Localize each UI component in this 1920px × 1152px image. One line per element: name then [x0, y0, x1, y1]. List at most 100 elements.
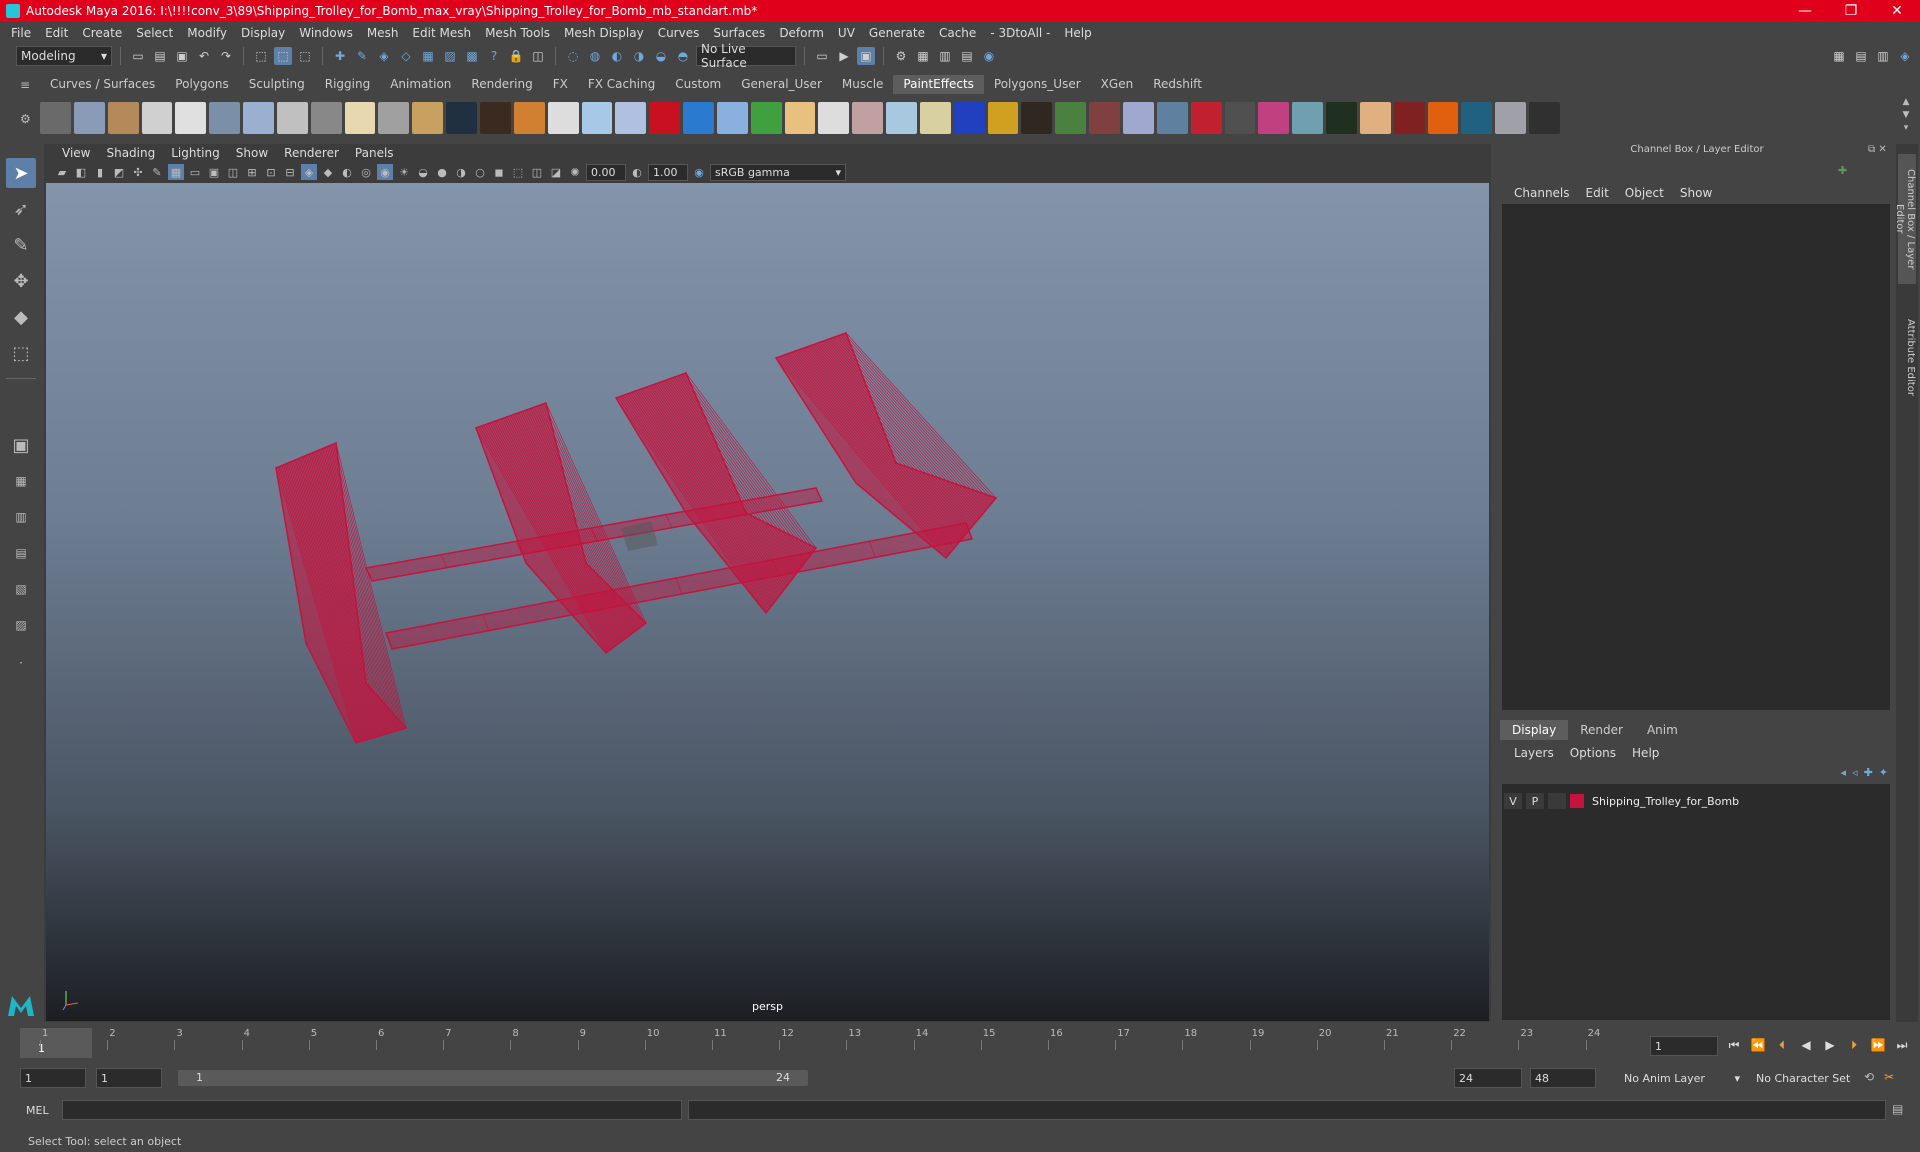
- panel-float-close-icon[interactable]: ⧉ ✕: [1868, 144, 1892, 158]
- gamma-icon[interactable]: ◐: [629, 164, 645, 180]
- shelf-menu-icon[interactable]: ≡: [20, 78, 36, 92]
- shelf-brush-icon[interactable]: [784, 102, 816, 134]
- open-scene-icon[interactable]: ▤: [151, 47, 169, 65]
- new-scene-icon[interactable]: ▭: [129, 47, 147, 65]
- shelf-brush-icon[interactable]: [1224, 102, 1256, 134]
- shelf-settings-icon[interactable]: ⚙: [20, 112, 36, 128]
- color-management-icon[interactable]: ◉: [691, 164, 707, 180]
- render-layer-icon[interactable]: ▥: [936, 47, 954, 65]
- step-back-key-icon[interactable]: ⏪: [1748, 1038, 1768, 1052]
- outliner-layout-icon[interactable]: ▤: [1852, 47, 1870, 65]
- layer-tab-anim[interactable]: Anim: [1635, 720, 1690, 740]
- menu-curves[interactable]: Curves: [651, 26, 707, 40]
- shelf-brush-icon[interactable]: [243, 102, 274, 134]
- select-component-icon[interactable]: ⬚: [296, 47, 314, 65]
- snap-curve-icon[interactable]: ✎: [353, 47, 371, 65]
- shelf-brush-icon[interactable]: [1156, 102, 1188, 134]
- menu-edit[interactable]: Edit: [38, 26, 75, 40]
- new-layer-selected-icon[interactable]: ✦: [1879, 766, 1888, 782]
- select-object-icon[interactable]: ⬚: [274, 47, 292, 65]
- shelf-tab-custom[interactable]: Custom: [665, 75, 731, 94]
- layer-color-swatch[interactable]: [1570, 794, 1584, 808]
- shelf-brush-icon[interactable]: [581, 102, 613, 134]
- shelf-brush-icon[interactable]: [209, 102, 241, 134]
- render-settings-icon[interactable]: ⚙: [892, 47, 910, 65]
- play-backward-icon[interactable]: ◀: [1796, 1038, 1816, 1052]
- shelf-tab-sculpting[interactable]: Sculpting: [239, 75, 315, 94]
- shelf-brush-icon[interactable]: [750, 102, 782, 134]
- shelf-brush-icon[interactable]: [1427, 102, 1459, 134]
- more-layouts-icon[interactable]: ·: [6, 648, 36, 678]
- shelf-brush-icon[interactable]: [513, 102, 545, 134]
- time-slider[interactable]: 1 1 2 3 4 5 6 7 8 9 10 11 12 13 14 15 16 17 18 19 20 21 22 23 2…: [20, 1028, 1640, 1058]
- channel-menu-show[interactable]: Show: [1672, 186, 1720, 200]
- character-set-dropdown[interactable]: No Character Set: [1752, 1068, 1864, 1088]
- perspective-viewport[interactable]: persp: [46, 183, 1489, 1021]
- shelf-brush-icon[interactable]: [107, 102, 139, 134]
- ipr-render-icon[interactable]: ▣: [857, 47, 875, 65]
- playback-start-field[interactable]: 1: [96, 1068, 162, 1088]
- shelf-brush-icon[interactable]: [446, 102, 477, 134]
- new-layer-icon[interactable]: ✚: [1864, 766, 1873, 782]
- shelf-brush-icon[interactable]: [412, 102, 444, 134]
- lasso-icon[interactable]: ◌: [564, 47, 582, 65]
- exposure-field[interactable]: 0.00: [586, 163, 626, 181]
- menu-windows[interactable]: Windows: [292, 26, 360, 40]
- tab-attribute-editor[interactable]: Attribute Editor: [1898, 312, 1916, 402]
- 2d-pan-icon[interactable]: ✣: [130, 164, 146, 180]
- range-start-field[interactable]: 1: [20, 1068, 86, 1088]
- grease-pencil-icon[interactable]: ✎: [149, 164, 165, 180]
- viewport-menu-show[interactable]: Show: [228, 146, 276, 160]
- redo-icon[interactable]: ↷: [217, 47, 235, 65]
- gamma-field[interactable]: 1.00: [648, 163, 688, 181]
- range-end-field[interactable]: 48: [1530, 1068, 1596, 1088]
- shelf-brush-icon[interactable]: [649, 102, 681, 134]
- safe-title-icon[interactable]: ⊟: [282, 164, 298, 180]
- hypershade-pane-icon[interactable]: ▨: [6, 610, 36, 640]
- play-forward-icon[interactable]: ▶: [1820, 1038, 1840, 1052]
- snap-grid2-icon[interactable]: ▩: [463, 47, 481, 65]
- menu-deform[interactable]: Deform: [772, 26, 831, 40]
- xray-joints-icon[interactable]: ◫: [529, 164, 545, 180]
- anti-alias-icon[interactable]: ○: [472, 164, 488, 180]
- shelf-brush-icon[interactable]: [1529, 102, 1560, 134]
- shelf-tab-fx-caching[interactable]: FX Caching: [578, 75, 665, 94]
- render-icon[interactable]: ▶: [835, 47, 853, 65]
- live-surface-field[interactable]: No Live Surface: [696, 42, 796, 70]
- shelf-brush-icon[interactable]: [987, 102, 1019, 134]
- scale-tool-icon[interactable]: ⬚: [6, 338, 36, 368]
- undo-icon[interactable]: ↶: [195, 47, 213, 65]
- trolley-wireframe[interactable]: [46, 183, 1489, 1021]
- layer-visibility-toggle[interactable]: V: [1504, 793, 1522, 809]
- textured-icon[interactable]: ◎: [358, 164, 374, 180]
- shelf-brush-icon[interactable]: [1326, 102, 1357, 134]
- step-forward-key-icon[interactable]: ⏩: [1868, 1038, 1888, 1052]
- outliner-pane-icon[interactable]: ▤: [6, 538, 36, 568]
- layer-menu-help[interactable]: Help: [1624, 746, 1667, 760]
- shelf-brush-icon[interactable]: [141, 102, 173, 134]
- paint-select-icon[interactable]: ◍: [586, 47, 604, 65]
- menu-generate[interactable]: Generate: [862, 26, 932, 40]
- current-frame-marker[interactable]: [20, 1028, 92, 1058]
- viewport-menu-panels[interactable]: Panels: [347, 146, 402, 160]
- shelf-scroll-icon[interactable]: ▲ ▼ ▾: [1898, 96, 1914, 136]
- shelf-brush-icon[interactable]: [1359, 102, 1391, 134]
- move-tool-icon[interactable]: ✥: [6, 266, 36, 296]
- shelf-brush-icon[interactable]: [818, 102, 850, 134]
- shelf-tab-curves-surfaces[interactable]: Curves / Surfaces: [40, 75, 165, 94]
- output-ops-icon[interactable]: ◓: [674, 47, 692, 65]
- shelf-brush-icon[interactable]: [40, 102, 71, 134]
- lights-icon[interactable]: ☀: [396, 164, 412, 180]
- render-view-icon[interactable]: ▭: [813, 47, 831, 65]
- menu-modify[interactable]: Modify: [180, 26, 234, 40]
- menu-mesh[interactable]: Mesh: [360, 26, 406, 40]
- range-slider[interactable]: 1 24: [178, 1070, 808, 1086]
- ambient-occlusion-icon[interactable]: ●: [434, 164, 450, 180]
- shadows-icon[interactable]: ◒: [415, 164, 431, 180]
- snap-vertex-icon[interactable]: ▨: [441, 47, 459, 65]
- go-to-start-icon[interactable]: ⏮: [1724, 1038, 1744, 1053]
- safe-action-icon[interactable]: ⊡: [263, 164, 279, 180]
- shelf-tab-general-user[interactable]: General_User: [731, 75, 832, 94]
- shelf-tab-painteffects[interactable]: PaintEffects: [893, 75, 984, 94]
- shelf-brush-icon[interactable]: [73, 102, 105, 134]
